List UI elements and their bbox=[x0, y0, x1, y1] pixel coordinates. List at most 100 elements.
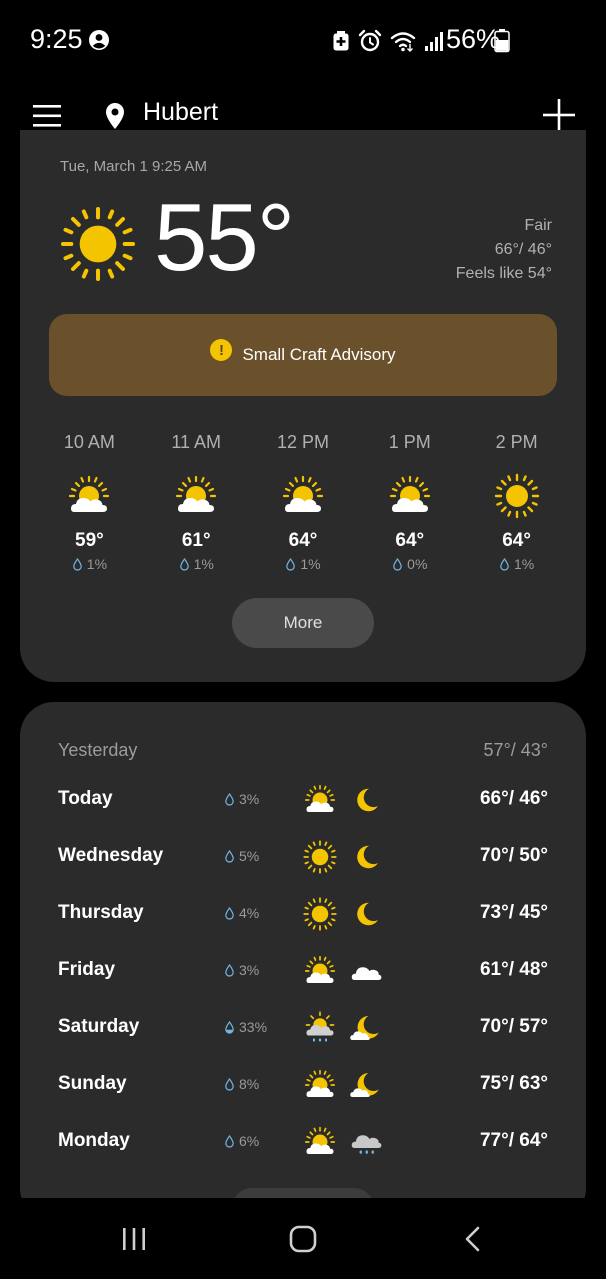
sunny-icon bbox=[302, 896, 338, 932]
daily-row[interactable]: Wednesday 5% 70°/ 50° bbox=[20, 837, 586, 877]
signal-icon bbox=[425, 32, 443, 51]
hourly-precip: 1% bbox=[285, 556, 321, 572]
raindrop-icon bbox=[285, 558, 296, 571]
day-precip-value: 6% bbox=[239, 1133, 260, 1149]
updated-time: Tue, March 1 9:25 AM bbox=[60, 158, 208, 175]
day-temps: 70°/ 50° bbox=[479, 845, 548, 866]
account-circle-icon bbox=[89, 30, 109, 50]
day-temps: 70°/ 57° bbox=[479, 1016, 548, 1037]
raindrop-icon bbox=[224, 907, 235, 920]
recents-icon[interactable] bbox=[120, 1226, 148, 1252]
partly-cloudy-night-icon bbox=[348, 1067, 384, 1103]
moon-icon bbox=[348, 782, 384, 818]
hourly-precip-value: 0% bbox=[407, 556, 428, 572]
raindrop-icon bbox=[499, 558, 510, 571]
sunny-icon bbox=[58, 204, 138, 284]
sunny-icon bbox=[493, 472, 541, 520]
day-precip-value: 33% bbox=[239, 1019, 268, 1035]
day-name: Sunday bbox=[58, 1073, 127, 1094]
day-name: Friday bbox=[58, 959, 116, 980]
day-name: Thursday bbox=[58, 902, 144, 923]
daily-row[interactable]: Monday 6% 77°/ 64° bbox=[20, 1122, 586, 1162]
hourly-time: 2 PM bbox=[495, 432, 538, 452]
day-name: Monday bbox=[58, 1130, 130, 1151]
hamburger-menu-icon[interactable] bbox=[30, 98, 66, 134]
hourly-item: 1 PM 64° 0% bbox=[356, 432, 463, 572]
hourly-item: 12 PM 64° 1% bbox=[250, 432, 357, 572]
day-temps: 66°/ 46° bbox=[479, 788, 548, 809]
day-temps: 61°/ 48° bbox=[479, 959, 548, 980]
home-icon[interactable] bbox=[288, 1224, 318, 1254]
hourly-temp: 64° bbox=[502, 530, 531, 551]
location-pin-icon bbox=[106, 103, 124, 129]
partly-cloudy-icon bbox=[302, 1124, 338, 1160]
condition-text: Fair bbox=[524, 217, 552, 234]
hourly-time: 11 AM bbox=[171, 432, 222, 452]
battery-saver-icon bbox=[333, 31, 349, 51]
raindrop-icon bbox=[179, 558, 190, 571]
partly-cloudy-rain-icon bbox=[302, 1010, 338, 1046]
daily-row[interactable]: Sunday 8% 75°/ 63° bbox=[20, 1065, 586, 1105]
partly-cloudy-icon bbox=[302, 953, 338, 989]
advisory-banner[interactable]: ! Small Craft Advisory bbox=[49, 314, 557, 396]
day-temps: 77°/ 64° bbox=[479, 1130, 548, 1151]
condition-summary: Fair 66°/ 46° Feels like 54° bbox=[456, 214, 552, 286]
wifi-icon bbox=[390, 32, 416, 52]
rain-cloud-icon bbox=[348, 1124, 384, 1160]
hourly-temp: 61° bbox=[181, 530, 211, 551]
hourly-precip: 0% bbox=[392, 556, 427, 572]
hourly-temp: 64° bbox=[395, 530, 425, 551]
system-nav-bar bbox=[0, 1198, 606, 1279]
yesterday-temps: 57°/ 43° bbox=[483, 740, 548, 760]
partly-cloudy-icon bbox=[302, 1067, 338, 1103]
day-precip-value: 5% bbox=[239, 848, 260, 864]
raindrop-icon bbox=[72, 558, 83, 571]
hourly-precip: 1% bbox=[179, 556, 214, 572]
partly-cloudy-icon bbox=[386, 472, 434, 520]
day-precip: 5% bbox=[224, 848, 259, 864]
back-icon[interactable] bbox=[462, 1226, 484, 1252]
hourly-precip-value: 1% bbox=[300, 556, 321, 572]
hourly-forecast: 10 AM 59° 1% 11 AM 61° 1% 12 PM 64° 1% 1… bbox=[36, 432, 570, 572]
partly-cloudy-icon bbox=[172, 472, 220, 520]
partly-cloudy-icon bbox=[302, 782, 338, 818]
current-conditions-card: Tue, March 1 9:25 AM 55° Fair 66°/ 46° F… bbox=[20, 130, 586, 682]
day-precip: 3% bbox=[224, 962, 259, 978]
hourly-temp: 64° bbox=[288, 530, 318, 551]
hourly-precip-value: 1% bbox=[193, 556, 214, 572]
plus-icon[interactable] bbox=[540, 96, 578, 134]
yesterday-label: Yesterday bbox=[58, 740, 138, 760]
hourly-precip: 1% bbox=[499, 556, 534, 572]
moon-icon bbox=[348, 839, 384, 875]
raindrop-icon bbox=[224, 1078, 235, 1091]
hourly-time: 1 PM bbox=[388, 432, 431, 452]
raindrop-icon bbox=[224, 964, 235, 977]
day-precip: 4% bbox=[224, 905, 259, 921]
day-temps: 75°/ 63° bbox=[479, 1073, 548, 1094]
alarm-icon bbox=[358, 29, 382, 52]
hourly-item: 10 AM 59° 1% bbox=[36, 432, 143, 572]
hourly-time: 10 AM bbox=[63, 432, 115, 452]
hourly-item: 11 AM 61° 1% bbox=[143, 432, 250, 572]
daily-row[interactable]: Saturday 33% 70°/ 57° bbox=[20, 1008, 586, 1048]
daily-row[interactable]: Today 3% 66°/ 46° bbox=[20, 780, 586, 820]
partly-cloudy-icon bbox=[65, 472, 113, 520]
day-precip-value: 3% bbox=[239, 962, 260, 978]
daily-row[interactable]: Thursday 4% 73°/ 45° bbox=[20, 894, 586, 934]
partly-cloudy-night-icon bbox=[348, 1010, 384, 1046]
warning-icon: ! bbox=[210, 339, 233, 361]
sunny-icon bbox=[302, 839, 338, 875]
day-precip-value: 3% bbox=[239, 791, 260, 807]
day-precip: 3% bbox=[224, 791, 259, 807]
battery-icon bbox=[494, 29, 510, 53]
day-precip: 33% bbox=[224, 1019, 267, 1035]
hourly-item: 2 PM 64° 1% bbox=[463, 432, 570, 572]
more-button[interactable]: More bbox=[232, 598, 374, 648]
feels-like: Feels like 54° bbox=[455, 265, 552, 282]
battery-percent: 56% bbox=[446, 24, 501, 54]
raindrop-icon bbox=[224, 850, 235, 863]
advisory-text: Small Craft Advisory bbox=[242, 345, 396, 364]
location-name[interactable]: Hubert bbox=[143, 98, 218, 127]
day-temps: 73°/ 45° bbox=[479, 902, 548, 923]
daily-row[interactable]: Friday 3% 61°/ 48° bbox=[20, 951, 586, 991]
